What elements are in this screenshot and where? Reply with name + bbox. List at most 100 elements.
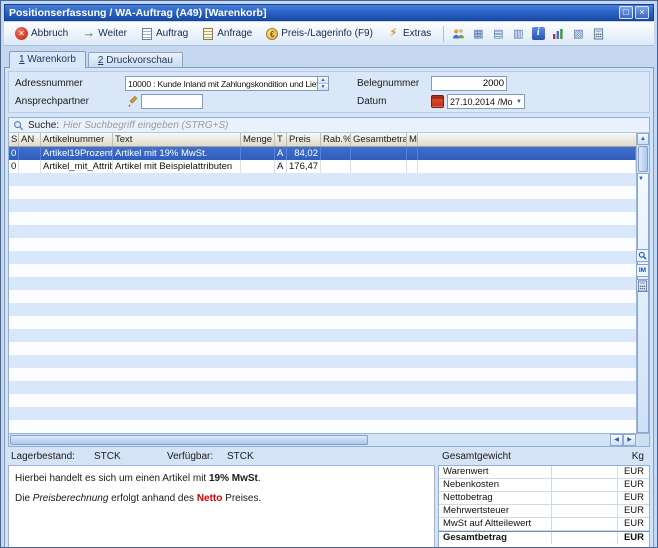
column-header-s[interactable]: S xyxy=(9,133,19,146)
grid-row-empty[interactable] xyxy=(9,290,636,303)
horizontal-scrollbar[interactable]: ◀ ▶ xyxy=(9,433,649,446)
grid-row[interactable]: 0Artikel19ProzentArtikel mit 19% MwSt.A8… xyxy=(9,147,636,160)
adressnummer-spinner[interactable]: ▲▼ xyxy=(317,77,328,90)
column-header-menge[interactable]: Menge xyxy=(241,133,275,146)
grid-row-empty[interactable] xyxy=(9,420,636,433)
abbruch-button[interactable]: ✕ Abbruch xyxy=(8,24,75,43)
cell-s: 0 xyxy=(9,160,19,173)
column-header-gesamtbetrag[interactable]: Gesamtbetrag xyxy=(351,133,407,146)
belegnummer-input[interactable] xyxy=(431,76,507,91)
grid-row-empty[interactable] xyxy=(9,368,636,381)
tab-label: Warenkorb xyxy=(27,54,76,65)
cell-filler xyxy=(418,290,636,303)
cell-s xyxy=(9,264,19,277)
column-header-text[interactable]: Text xyxy=(113,133,241,146)
extras-label: Extras xyxy=(403,28,431,39)
auftrag-button[interactable]: Auftrag xyxy=(134,25,195,43)
info-icon-button[interactable]: i xyxy=(529,25,547,42)
column-header-m[interactable]: M xyxy=(407,133,418,146)
preis-lagerinfo-button[interactable]: € Preis-/Lagerinfo (F9) xyxy=(259,25,380,43)
info-line-1: Hierbei handelt es sich um einen Artikel… xyxy=(15,473,428,484)
cell-t xyxy=(275,407,287,420)
grid-row-empty[interactable] xyxy=(9,355,636,368)
cell-rab xyxy=(321,316,351,329)
horizontal-scroll-track[interactable] xyxy=(369,434,610,446)
cell-menge xyxy=(241,329,275,342)
restore-button[interactable]: □ xyxy=(619,6,633,19)
titlebar[interactable]: Positionserfassung / WA-Auftrag (A49) [W… xyxy=(4,4,654,21)
cell-m xyxy=(407,264,418,277)
cell-artikelnummer xyxy=(41,277,113,290)
datum-input[interactable]: 27.10.2014 /Mo ▼ xyxy=(447,94,525,109)
cell-menge xyxy=(241,238,275,251)
anfrage-button[interactable]: Anfrage xyxy=(195,25,259,43)
tab-page-warenkorb: Adressnummer 10000 : Kunde Inland mit Za… xyxy=(4,67,654,548)
column-header-t[interactable]: T xyxy=(275,133,287,146)
table-icon-button[interactable]: ▧ xyxy=(569,25,587,42)
list-icon-button[interactable]: ▤ xyxy=(489,25,507,42)
column-header-rab[interactable]: Rab.% xyxy=(321,133,351,146)
contacts-icon-button[interactable] xyxy=(449,25,467,42)
column-header-an[interactable]: AN xyxy=(19,133,41,146)
spinner-down-icon[interactable]: ▼ xyxy=(318,84,328,90)
grid-row-empty[interactable] xyxy=(9,251,636,264)
grid-row-empty[interactable] xyxy=(9,186,636,199)
grid-row-empty[interactable] xyxy=(9,394,636,407)
extras-button[interactable]: ⚡ Extras xyxy=(380,24,438,43)
cell-m xyxy=(407,368,418,381)
ansprechpartner-input[interactable] xyxy=(141,94,203,109)
scroll-down-icon[interactable]: ▼ xyxy=(637,173,649,433)
scroll-right-icon[interactable]: ▶ xyxy=(623,434,636,446)
grid-row[interactable]: 0Artikel_mit_AttribuArtikel mit Beispiel… xyxy=(9,160,636,173)
cell-s xyxy=(9,355,19,368)
scroll-up-icon[interactable]: ▲ xyxy=(637,133,649,145)
grid-row-empty[interactable] xyxy=(9,342,636,355)
calculator-icon-button[interactable] xyxy=(636,279,649,292)
spinner-up-icon[interactable]: ▲ xyxy=(318,77,328,84)
grid-row-empty[interactable] xyxy=(9,173,636,186)
close-button[interactable]: × xyxy=(635,6,649,19)
grid-row-empty[interactable] xyxy=(9,212,636,225)
cell-artikelnummer xyxy=(41,303,113,316)
vertical-scroll-thumb[interactable] xyxy=(638,146,648,172)
grid-row-empty[interactable] xyxy=(9,238,636,251)
grid-row-empty[interactable] xyxy=(9,381,636,394)
tab-druckvorschau[interactable]: 2 Druckvorschau xyxy=(88,52,183,68)
column-header-artikelnummer[interactable]: Artikelnummer xyxy=(41,133,113,146)
calculator-icon-button[interactable] xyxy=(589,25,607,42)
gesamtgewicht-unit: Kg xyxy=(632,451,644,462)
grid-row-empty[interactable] xyxy=(9,407,636,420)
cell-menge xyxy=(241,420,275,433)
vertical-scrollbar[interactable]: ▲ IM ▼ xyxy=(636,133,649,433)
form-icon-button[interactable]: ▥ xyxy=(509,25,527,42)
grid-row-empty[interactable] xyxy=(9,199,636,212)
summary-value xyxy=(551,492,618,504)
grid-row-empty[interactable] xyxy=(9,277,636,290)
grid-row-empty[interactable] xyxy=(9,225,636,238)
cell-t xyxy=(275,277,287,290)
cell-m xyxy=(407,420,418,433)
zoom-icon-button[interactable] xyxy=(636,249,649,262)
cell-s xyxy=(9,381,19,394)
im-button[interactable]: IM xyxy=(636,264,649,277)
column-header-preis[interactable]: Preis xyxy=(287,133,321,146)
search-input[interactable] xyxy=(63,120,649,131)
grid-row-empty[interactable] xyxy=(9,303,636,316)
chevron-down-icon[interactable]: ▼ xyxy=(514,99,524,105)
cell-filler xyxy=(418,368,636,381)
grid-row-empty[interactable] xyxy=(9,316,636,329)
horizontal-scroll-thumb[interactable] xyxy=(10,435,368,445)
tab-warenkorb[interactable]: 1 Warenkorb xyxy=(9,51,86,68)
chart-icon-button[interactable] xyxy=(549,25,567,42)
grid-icon-button[interactable]: ▦ xyxy=(469,25,487,42)
adressnummer-combobox[interactable]: 10000 : Kunde Inland mit Zahlungskonditi… xyxy=(125,76,329,91)
calendar-icon[interactable] xyxy=(431,95,444,108)
grid-row-empty[interactable] xyxy=(9,264,636,277)
grid-row-empty[interactable] xyxy=(9,329,636,342)
cell-t xyxy=(275,381,287,394)
scroll-left-icon[interactable]: ◀ xyxy=(610,434,623,446)
edit-icon[interactable] xyxy=(125,95,139,109)
cell-gesamtbetrag xyxy=(351,420,407,433)
weiter-button[interactable]: → Weiter xyxy=(75,24,134,43)
cell-m xyxy=(407,238,418,251)
